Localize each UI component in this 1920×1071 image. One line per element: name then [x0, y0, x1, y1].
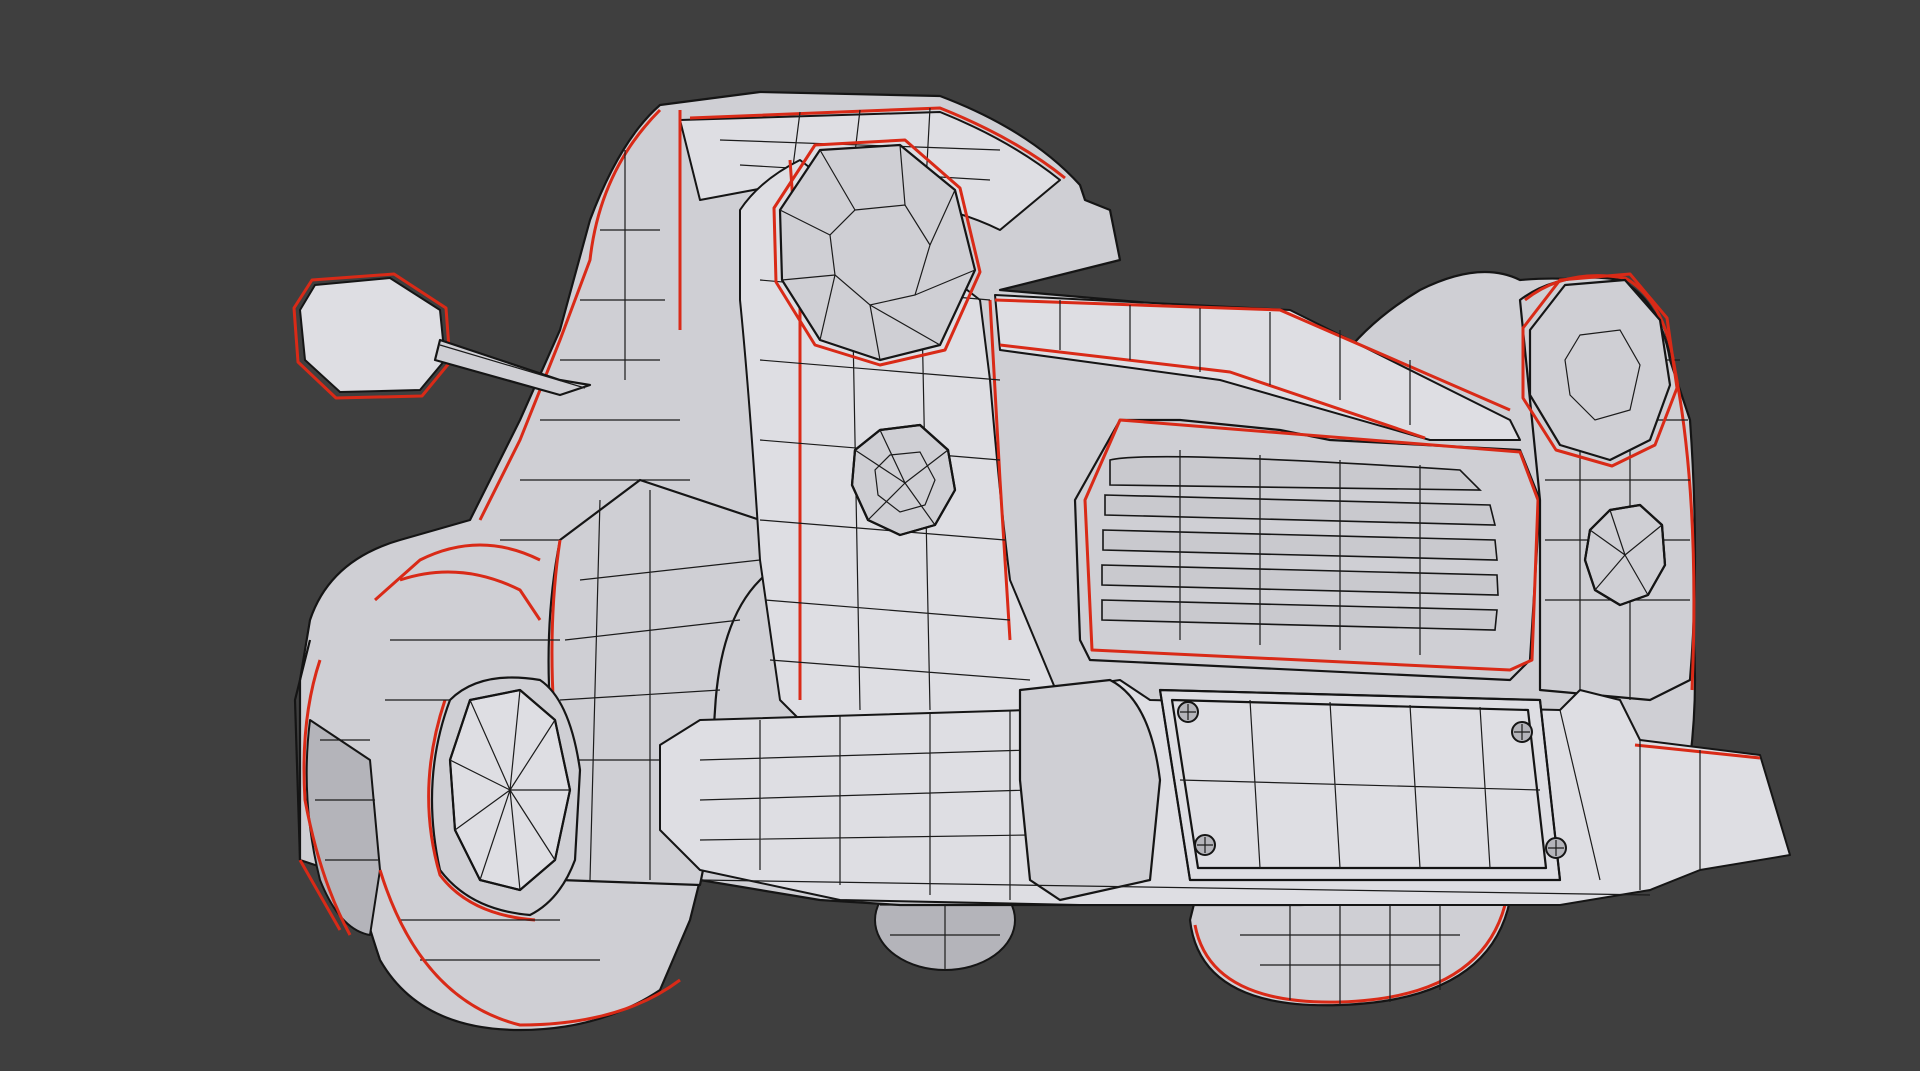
plate-screw: [1177, 701, 1199, 723]
plate-screw: [1511, 721, 1533, 743]
3d-viewport[interactable]: [0, 0, 1920, 1071]
car-mesh-render: [292, 90, 1791, 1032]
plate-screw: [1545, 837, 1567, 859]
side-mirror: [292, 272, 592, 400]
license-plate: [1158, 688, 1567, 882]
grille: [1073, 418, 1542, 682]
front-left-wheel: [427, 676, 582, 922]
plate-screw: [1194, 834, 1216, 856]
left-fog-light: [850, 423, 957, 537]
